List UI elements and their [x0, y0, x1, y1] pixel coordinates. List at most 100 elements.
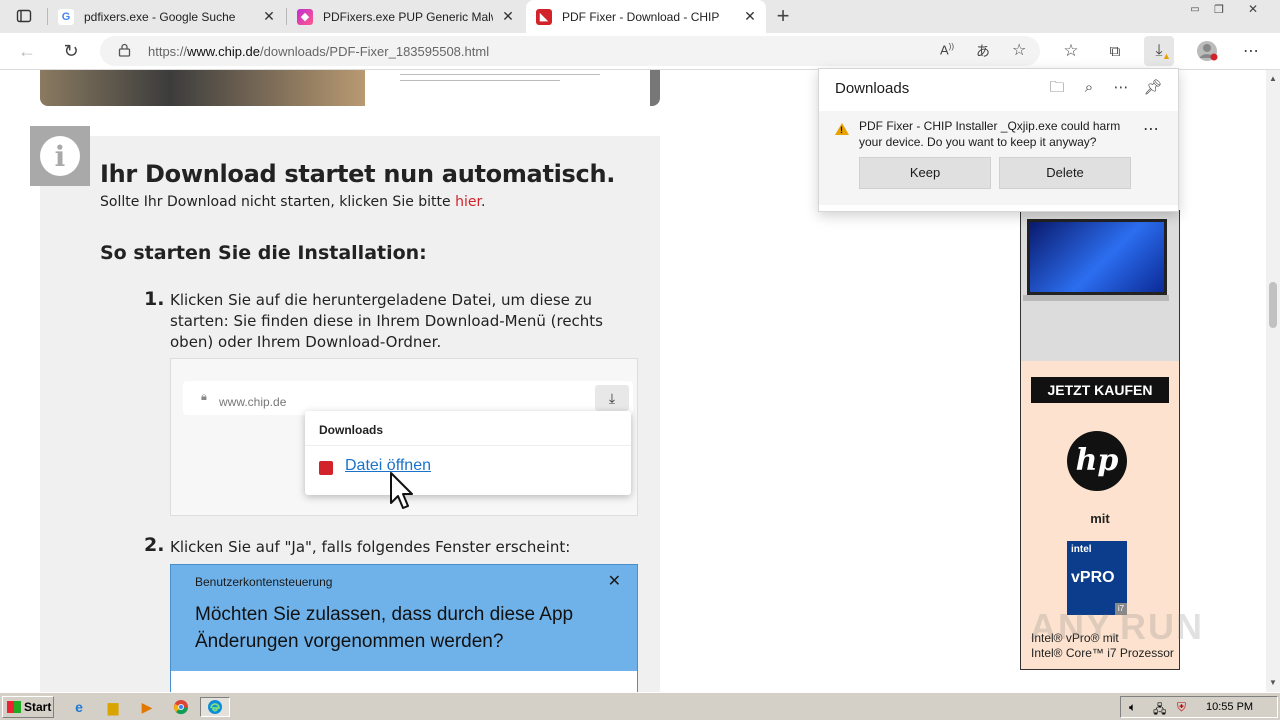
- download-subtext: Sollte Ihr Download nicht starten, klick…: [100, 194, 485, 210]
- page-scrollbar[interactable]: ▲ ▼: [1266, 70, 1280, 692]
- lock-icon: 🔒︎: [201, 391, 207, 403]
- text-line: [400, 80, 560, 81]
- document-preview: [365, 70, 650, 106]
- explorer-folder-icon[interactable]: ▆: [102, 697, 124, 717]
- download-item: ! PDF Fixer - CHIP Installer _Qxjip.exe …: [819, 111, 1178, 205]
- media-player-icon[interactable]: ▶: [136, 697, 158, 717]
- address-bar[interactable]: https://www.chip.de/downloads/PDF-Fixer_…: [100, 36, 1040, 66]
- tab-actions-icon[interactable]: [9, 1, 39, 31]
- tab-title: PDF Fixer - Download - CHIP: [562, 9, 720, 24]
- step-number: 2.: [144, 534, 165, 556]
- delete-button[interactable]: Delete: [999, 157, 1131, 189]
- download-warning-text: PDF Fixer - CHIP Installer _Qxjip.exe co…: [859, 119, 1121, 149]
- edge-icon[interactable]: [200, 697, 230, 717]
- flyout-title: Downloads: [835, 80, 910, 97]
- mock-popup-title: Downloads: [319, 423, 384, 437]
- close-icon[interactable]: ✕: [261, 8, 277, 24]
- scroll-thumb[interactable]: [1269, 282, 1277, 328]
- collections-icon[interactable]: ⧉: [1100, 36, 1130, 66]
- url-domain: www.chip.de: [187, 44, 261, 59]
- clock: 10:55 PM: [1206, 701, 1254, 713]
- text-line: [400, 74, 600, 75]
- step-number: 1.: [144, 288, 165, 310]
- intel-vpro-logo: intel vPRO i7: [1067, 541, 1127, 615]
- downloads-flyout: Downloads 🗀︎ ⌕ ⋯ 📌︎ ! PDF Fixer - CHIP I…: [818, 68, 1179, 212]
- url-path: /downloads/PDF-Fixer_183595508.html: [260, 44, 490, 59]
- profile-avatar[interactable]: [1192, 36, 1222, 66]
- info-icon: i: [40, 136, 80, 176]
- laptop-image: [1021, 211, 1179, 361]
- step-text: Klicken Sie auf "Ja", falls folgendes Fe…: [170, 538, 571, 556]
- close-icon[interactable]: ✕: [500, 8, 516, 24]
- uac-body: [171, 671, 637, 692]
- new-tab-icon[interactable]: +: [768, 1, 798, 31]
- url-prefix: https://: [148, 44, 188, 59]
- step-text: Klicken Sie auf die heruntergeladene Dat…: [170, 291, 604, 351]
- uac-header: Benutzerkontensteuerung: [195, 575, 333, 589]
- anyrun-watermark: ANY.RUN: [1030, 606, 1205, 647]
- uac-screenshot: Benutzerkontensteuerung ✕ Möchten Sie zu…: [170, 564, 638, 692]
- minimize-icon[interactable]: ▭: [1184, 0, 1206, 18]
- chip-icon: ◣: [536, 8, 552, 25]
- url-text: https://www.chip.de/downloads/PDF-Fixer_…: [148, 44, 489, 59]
- close-icon[interactable]: ✕: [742, 8, 758, 24]
- back-icon[interactable]: ←: [12, 36, 42, 66]
- system-tray: 🔈︎ 🖧︎ ⛨: [1120, 696, 1278, 718]
- restore-icon[interactable]: ❐: [1208, 0, 1230, 18]
- network-icon[interactable]: 🖧︎: [1153, 700, 1166, 721]
- warning-icon: ▲: [1162, 51, 1171, 61]
- scroll-down-icon[interactable]: ▼: [1269, 678, 1277, 687]
- buy-now-button[interactable]: JETZT KAUFEN: [1031, 377, 1169, 403]
- chip-file-icon: [319, 461, 333, 475]
- search-icon[interactable]: ⌕: [1078, 77, 1100, 99]
- mock-open-file-link: Datei öffnen: [345, 457, 431, 474]
- tab-anyrun[interactable]: ◆ PDFixers.exe PUP Generic Malwar ✕: [287, 0, 524, 33]
- settings-more-icon[interactable]: ⋯: [1236, 36, 1266, 66]
- tab-google[interactable]: G pdfixers.exe - Google Suche ✕: [48, 0, 285, 33]
- favorites-icon[interactable]: ☆: [1056, 36, 1086, 66]
- refresh-icon[interactable]: ↻: [56, 36, 86, 66]
- article-image: [40, 70, 660, 106]
- intel-label: intel: [1071, 544, 1092, 555]
- volume-icon[interactable]: 🔈︎: [1129, 700, 1136, 715]
- ad-mit-text: mit: [1090, 511, 1110, 526]
- tab-title: pdfixers.exe - Google Suche: [84, 9, 236, 24]
- laptop-screen: [1027, 219, 1167, 295]
- chrome-icon[interactable]: [170, 697, 192, 717]
- internet-explorer-icon[interactable]: e: [68, 697, 90, 717]
- download-arrow-icon: ⤓: [595, 385, 629, 411]
- more-options-icon[interactable]: ⋯: [1110, 77, 1132, 99]
- retry-download-link[interactable]: hier: [455, 194, 481, 210]
- read-aloud-icon[interactable]: A)): [940, 42, 954, 57]
- ad-line-2: Intel® Core™ i7 Prozessor: [1031, 646, 1174, 660]
- divider: [305, 445, 631, 446]
- window-close-icon[interactable]: ✕: [1240, 0, 1266, 18]
- warning-mark: !: [840, 125, 843, 135]
- item-more-icon[interactable]: ⋯: [1143, 119, 1159, 139]
- start-button[interactable]: Start: [2, 696, 54, 718]
- security-icon[interactable]: ⛨: [1177, 700, 1186, 715]
- add-favorite-icon[interactable]: ☆: [1012, 40, 1026, 60]
- pin-icon[interactable]: 📌︎: [1142, 77, 1164, 99]
- photo-area: [40, 70, 365, 106]
- laptop-base: [1023, 295, 1169, 301]
- subtext-end: .: [480, 194, 486, 210]
- hp-logo: hp: [1067, 431, 1127, 491]
- vpro-label: vPRO: [1071, 569, 1115, 586]
- scroll-up-icon[interactable]: ▲: [1269, 74, 1277, 83]
- download-menu-screenshot: 🔒︎ www.chip.de ⤓ Downloads Datei öffnen: [170, 358, 638, 516]
- close-icon: ✕: [607, 573, 621, 590]
- open-folder-icon[interactable]: 🗀︎: [1046, 77, 1068, 99]
- tab-chip[interactable]: ◣ PDF Fixer - Download - CHIP ✕: [526, 0, 766, 33]
- download-heading: Ihr Download startet nun automatisch.: [100, 160, 616, 188]
- info-badge: i: [30, 126, 90, 186]
- translate-icon[interactable]: あ: [976, 41, 990, 61]
- google-icon: G: [58, 8, 74, 25]
- hp-advertisement[interactable]: JETZT KAUFEN hp mit intel vPRO i7 Intel®…: [1020, 210, 1180, 670]
- subtext-start: Sollte Ihr Download nicht starten, klick…: [100, 194, 456, 210]
- cursor-icon: [389, 471, 415, 515]
- downloads-icon[interactable]: ⤓ ▲: [1144, 36, 1174, 66]
- taskbar: Start e ▆ ▶ 🔈︎ 🖧︎ ⛨ 10:55 PM: [0, 692, 1280, 720]
- keep-button[interactable]: Keep: [859, 157, 991, 189]
- mock-downloads-popup: Downloads Datei öffnen: [305, 411, 631, 495]
